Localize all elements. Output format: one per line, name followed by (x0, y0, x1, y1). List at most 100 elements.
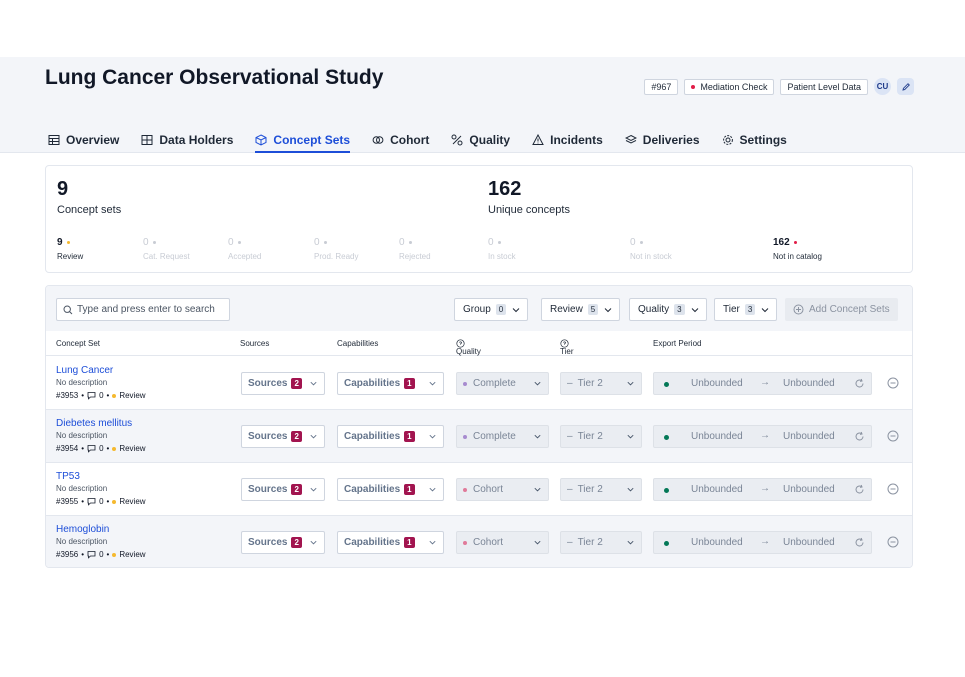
tab-bar: Overview Data Holders Concept Sets Cohor… (48, 128, 787, 153)
period-end[interactable]: Unbounded (783, 431, 835, 442)
chevron-down-icon (627, 434, 634, 439)
tab-quality[interactable]: Quality (451, 128, 510, 152)
filter-count: 0 (495, 304, 507, 315)
separator: • (81, 550, 85, 559)
remove-circle-icon[interactable] (887, 377, 899, 389)
remove-circle-icon[interactable] (887, 483, 899, 495)
filter-label: Review (550, 304, 583, 315)
status-dot-icon (664, 435, 669, 440)
capabilities-select[interactable]: Capabilities 1 (337, 372, 444, 395)
reset-icon[interactable] (854, 537, 865, 548)
export-period-range[interactable]: Unbounded → Unbounded (653, 425, 872, 448)
sources-count: 2 (291, 537, 302, 548)
quality-select[interactable]: Complete (456, 372, 549, 395)
export-period-range[interactable]: Unbounded → Unbounded (653, 478, 872, 501)
concept-set-description: No description (56, 484, 108, 493)
tier-select[interactable]: – Tier 2 (560, 478, 642, 501)
period-end[interactable]: Unbounded (783, 537, 835, 548)
tab-deliveries[interactable]: Deliveries (624, 128, 700, 152)
filter-count: 3 (744, 304, 756, 315)
chevron-down-icon (534, 381, 541, 386)
quality-select[interactable]: Complete (456, 425, 549, 448)
concept-set-name[interactable]: Lung Cancer (56, 365, 113, 376)
sources-select[interactable]: Sources 2 (241, 372, 325, 395)
concept-set-name[interactable]: Diebetes mellitus (56, 418, 132, 429)
quality-value: Complete (473, 431, 516, 442)
tab-label: Deliveries (642, 133, 700, 147)
status-dot-icon (664, 382, 669, 387)
add-label: Add Concept Sets (809, 304, 890, 315)
concept-set-description: No description (56, 378, 108, 387)
capabilities-label: Capabilities (344, 431, 401, 442)
quality-value: Cohort (473, 537, 504, 548)
search-input[interactable]: Type and press enter to search (77, 304, 215, 315)
quality-select[interactable]: Cohort (456, 478, 549, 501)
period-start[interactable]: Unbounded (691, 431, 743, 442)
tab-settings[interactable]: Settings (722, 128, 787, 152)
separator: • (106, 550, 110, 559)
filter-group[interactable]: Group 0 (454, 298, 529, 321)
mediation-check-badge[interactable]: Mediation Check (684, 78, 775, 95)
filter-review[interactable]: Review 5 (541, 298, 621, 321)
concept-set-description: No description (56, 431, 108, 440)
mediation-check-label: Mediation Check (700, 81, 768, 92)
dash-icon: – (567, 378, 573, 389)
remove-circle-icon[interactable] (887, 430, 899, 442)
stat-label: Not in catalog (773, 252, 822, 261)
edit-button[interactable] (897, 78, 914, 95)
database-icon (141, 135, 153, 145)
col-export-period: Export Period (653, 339, 702, 348)
filter-quality[interactable]: Quality 3 (629, 298, 707, 321)
data-level-badge[interactable]: Patient Level Data (780, 78, 868, 95)
period-start[interactable]: Unbounded (691, 484, 743, 495)
col-quality-label: Quality (456, 347, 481, 356)
period-end[interactable]: Unbounded (783, 484, 835, 495)
tier-select[interactable]: – Tier 2 (560, 425, 642, 448)
period-end[interactable]: Unbounded (783, 378, 835, 389)
stat-rejected: 0 Rejected (399, 237, 431, 261)
sources-select[interactable]: Sources 2 (241, 531, 325, 554)
concept-set-id: #3956 (56, 550, 79, 559)
capabilities-count: 1 (404, 378, 415, 389)
tier-select[interactable]: – Tier 2 (560, 372, 642, 395)
filter-tier[interactable]: Tier 3 (714, 298, 778, 321)
capabilities-select[interactable]: Capabilities 1 (337, 531, 444, 554)
export-period-range[interactable]: Unbounded → Unbounded (653, 531, 872, 554)
reset-icon[interactable] (854, 378, 865, 389)
sources-count: 2 (291, 378, 302, 389)
sources-select[interactable]: Sources 2 (241, 478, 325, 501)
concept-set-name[interactable]: Hemoglobin (56, 524, 109, 535)
reset-icon[interactable] (854, 431, 865, 442)
tier-select[interactable]: – Tier 2 (560, 531, 642, 554)
tab-cohort[interactable]: Cohort (372, 128, 429, 152)
table-row: Hemoglobin No description #3956 • 0 • Re… (46, 516, 912, 567)
period-start[interactable]: Unbounded (691, 537, 743, 548)
capabilities-select[interactable]: Capabilities 1 (337, 478, 444, 501)
period-start[interactable]: Unbounded (691, 378, 743, 389)
tab-data-holders[interactable]: Data Holders (141, 128, 233, 152)
tab-overview[interactable]: Overview (48, 128, 119, 152)
reset-icon[interactable] (854, 484, 865, 495)
quality-select[interactable]: Cohort (456, 531, 549, 554)
search-box[interactable]: Type and press enter to search (56, 298, 230, 321)
tab-incidents[interactable]: Incidents (532, 128, 603, 152)
col-tier[interactable]: Tier (560, 339, 573, 356)
arrow-right-icon: → (760, 536, 770, 547)
capabilities-select[interactable]: Capabilities 1 (337, 425, 444, 448)
quality-dot-icon (463, 540, 467, 545)
add-concept-sets-button[interactable]: Add Concept Sets (785, 298, 898, 321)
col-quality[interactable]: Quality (456, 339, 481, 356)
avatar[interactable]: CU (874, 78, 891, 95)
status-dot-icon (664, 488, 669, 493)
scale-icon (451, 134, 463, 146)
col-tier-label: Tier (560, 347, 574, 356)
separator: • (81, 444, 85, 453)
remove-circle-icon[interactable] (887, 536, 899, 548)
tab-concept-sets[interactable]: Concept Sets (255, 128, 350, 153)
study-id-badge[interactable]: #967 (644, 78, 679, 95)
export-period-range[interactable]: Unbounded → Unbounded (653, 372, 872, 395)
tab-label: Cohort (390, 133, 430, 147)
sources-select[interactable]: Sources 2 (241, 425, 325, 448)
chevron-down-icon (310, 487, 317, 492)
concept-set-name[interactable]: TP53 (56, 471, 80, 482)
